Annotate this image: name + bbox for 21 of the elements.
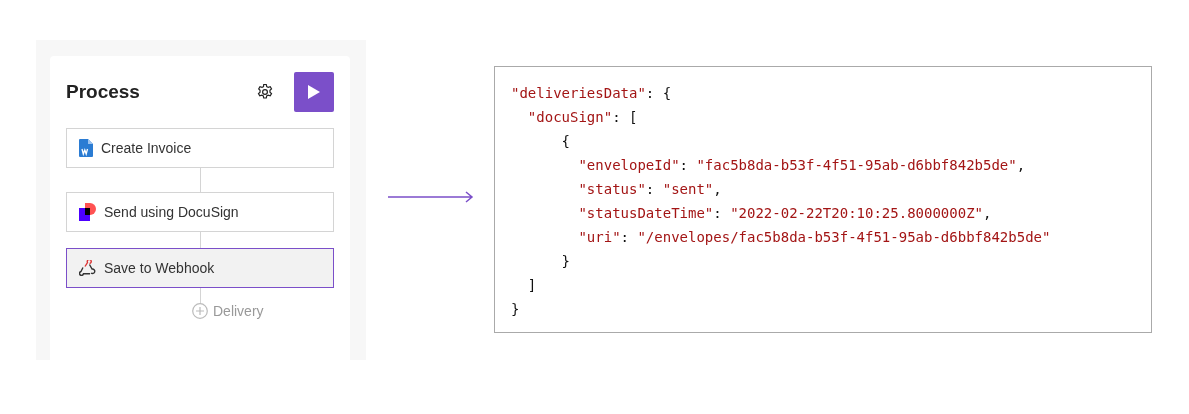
- code-line: "envelopeId": "fac5b8da-b53f-4f51-95ab-d6bbf842b5de",: [577, 156, 1027, 175]
- code-line: {: [560, 132, 571, 151]
- process-step[interactable]: Send using DocuSign: [66, 192, 334, 232]
- code-line: "uri": "/envelopes/fac5b8da-b53f-4f51-95ab-d6bbf842b5de": [577, 228, 1052, 247]
- panel-title: Process: [66, 81, 141, 103]
- play-icon: [308, 85, 320, 99]
- code-line: }: [511, 300, 521, 319]
- code-line: ]: [526, 276, 538, 295]
- arrow-icon: [388, 191, 474, 203]
- webhook-icon: [79, 260, 96, 276]
- settings-icon[interactable]: [256, 83, 274, 101]
- code-line: "deliveriesData": {: [511, 84, 673, 103]
- document-icon: [79, 139, 93, 157]
- process-step[interactable]: Create Invoice: [66, 128, 334, 168]
- overlapping-squares-icon: [79, 203, 96, 221]
- code-line: "docuSign": [: [526, 108, 639, 127]
- process-step[interactable]: Save to Webhook: [66, 248, 334, 288]
- run-button[interactable]: [294, 72, 334, 112]
- code-line: "statusDateTime": "2022-02-22T20:10:25.8000000Z",: [577, 204, 993, 223]
- code-line: }: [560, 252, 571, 271]
- code-line: "status": "sent",: [577, 180, 723, 199]
